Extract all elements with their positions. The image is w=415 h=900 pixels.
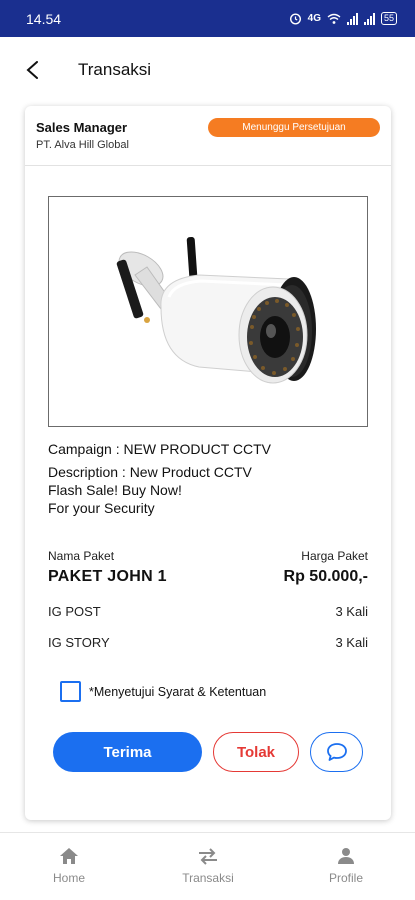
nav-label-transaksi: Transaksi	[182, 871, 234, 885]
app-bar: Transaksi	[0, 37, 415, 103]
battery-icon: 55	[380, 12, 397, 25]
list-item: IG STORY 3 Kali	[48, 635, 368, 650]
price-label: Harga Paket	[301, 549, 368, 563]
page-title: Transaksi	[78, 60, 152, 79]
arrow-left-icon	[26, 61, 38, 79]
terms-checkbox[interactable]	[60, 681, 81, 702]
alarm-icon	[289, 13, 301, 25]
description-line-2: Flash Sale! Buy Now!	[48, 482, 182, 498]
back-button[interactable]	[20, 57, 46, 83]
terms-label: *Menyetujui Syarat & Ketentuan	[89, 684, 267, 699]
nav-label-profile: Profile	[328, 871, 363, 885]
item-qty: 3 Kali	[335, 635, 368, 650]
nav-item-transaksi[interactable]: Transaksi	[163, 847, 253, 885]
transfer-icon	[199, 848, 217, 865]
role-title: Sales Manager	[36, 120, 128, 135]
transaction-card: Sales Manager PT. Alva Hill Global Menun…	[25, 106, 391, 820]
status-time: 14.54	[26, 10, 62, 27]
description-line-1: Description : New Product CCTV	[48, 464, 252, 480]
nav-label-home: Home	[52, 871, 85, 885]
card-header: Sales Manager PT. Alva Hill Global Menun…	[25, 106, 391, 166]
person-icon	[338, 848, 354, 864]
network-type-label: 4G	[307, 13, 321, 24]
campaign-text: Campaign : NEW PRODUCT CCTV	[48, 441, 272, 457]
chat-button[interactable]	[310, 732, 363, 772]
cctv-camera-image	[116, 237, 316, 384]
list-item: IG POST 3 Kali	[48, 604, 368, 619]
reject-button[interactable]: Tolak	[213, 732, 299, 772]
terms-agreement: *Menyetujui Syarat & Ketentuan	[60, 681, 266, 702]
accept-button[interactable]: Terima	[53, 732, 202, 772]
item-qty: 3 Kali	[335, 604, 368, 619]
description-line-3: For your Security	[48, 500, 155, 516]
nav-item-home[interactable]: Home	[24, 847, 114, 885]
home-icon	[60, 848, 78, 864]
package-label: Nama Paket	[48, 549, 115, 563]
item-name: IG POST	[48, 604, 101, 619]
package-name: PAKET JOHN 1	[48, 568, 167, 585]
chat-bubble-icon	[326, 743, 347, 761]
item-name: IG STORY	[48, 635, 110, 650]
signal-icon-2	[363, 12, 375, 25]
status-icons: 4G 55	[289, 12, 397, 25]
company-name: PT. Alva Hill Global	[36, 139, 129, 151]
package-price: Rp 50.000,-	[283, 568, 368, 585]
product-image	[48, 196, 368, 427]
wifi-icon	[327, 13, 341, 24]
status-bar: 14.54 4G 55	[0, 0, 415, 37]
bottom-nav: Home Transaksi Profile	[0, 832, 415, 900]
nav-item-profile[interactable]: Profile	[301, 847, 391, 885]
status-badge: Menunggu Persetujuan	[208, 118, 380, 137]
signal-icon	[346, 12, 358, 25]
